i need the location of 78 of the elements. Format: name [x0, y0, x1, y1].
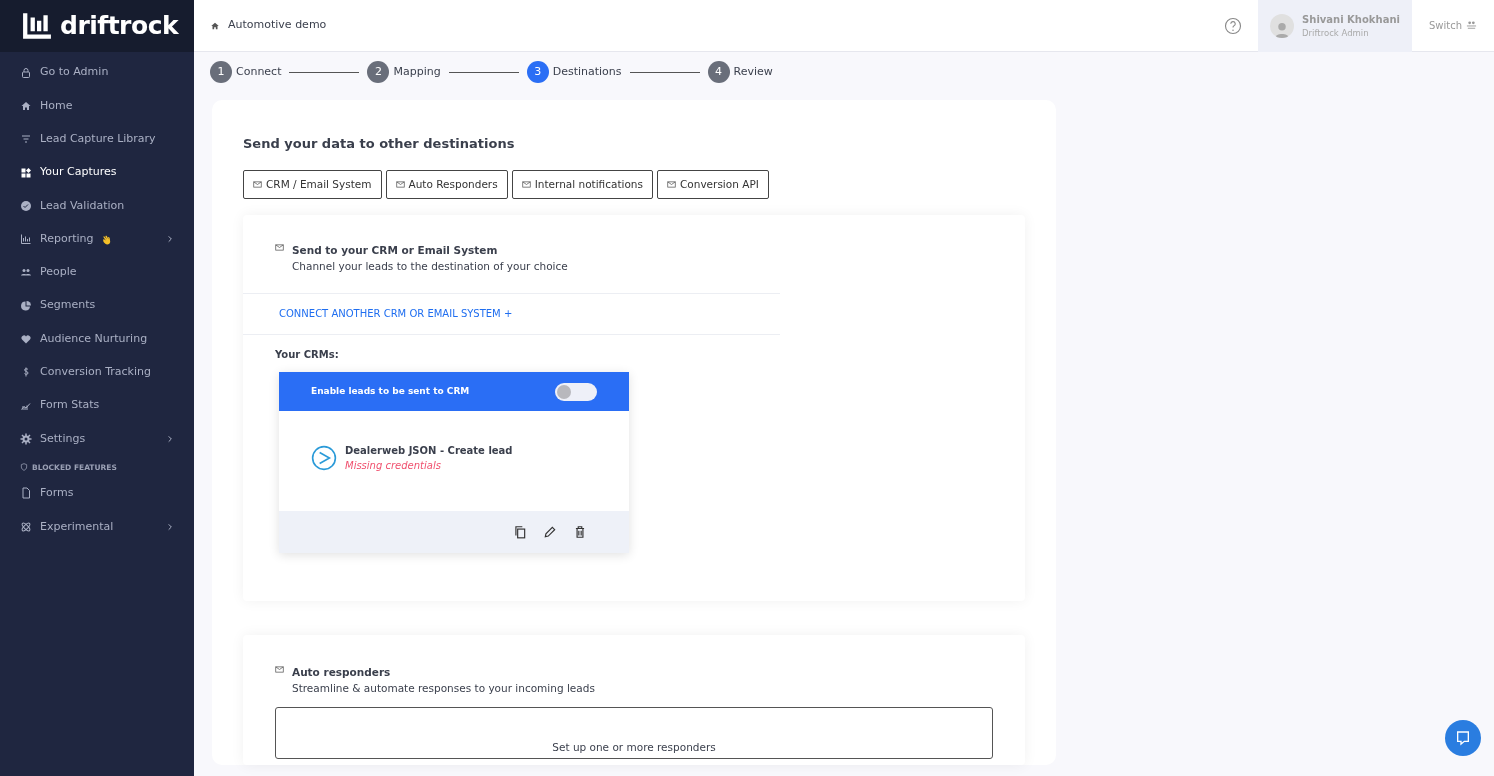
envelope-icon	[667, 179, 676, 189]
connect-crm-link[interactable]: CONNECT ANOTHER CRM OR EMAIL SYSTEM +	[279, 307, 513, 319]
stepper-step[interactable]: 2 Mapping	[367, 61, 441, 83]
section-subtitle: Streamline & automate responses to your incoming leads	[292, 681, 595, 696]
sidebar-item[interactable]: Go to Admin	[0, 56, 194, 90]
envelope-icon	[521, 179, 531, 189]
chevron-circle-icon	[311, 445, 337, 472]
step-label: Connect	[236, 63, 282, 80]
help-icon[interactable]	[1224, 16, 1243, 35]
chevron-right-icon	[166, 235, 174, 244]
section-heading: Auto responders	[292, 665, 392, 681]
sidebar-item[interactable]: People	[0, 255, 194, 290]
step-number: 1	[210, 61, 232, 83]
breadcrumb-text[interactable]: Automotive demo	[228, 17, 327, 34]
empty-message: Set up one or more responders	[552, 740, 716, 755]
envelope-icon	[275, 243, 284, 253]
people-icon	[20, 266, 32, 279]
brand-name: driftrock	[60, 10, 179, 43]
tab-button[interactable]: Internal notifications	[511, 169, 653, 200]
chevron-right-icon	[166, 434, 174, 443]
sidebar-item[interactable]: Conversion Tracking	[0, 355, 194, 389]
tab-button[interactable]: CRM / Email System	[243, 169, 382, 200]
home-icon	[210, 20, 220, 31]
chat-bubble-icon	[1455, 730, 1471, 746]
sidebar-item[interactable]: Reporting	[0, 222, 194, 256]
document-icon	[20, 487, 32, 500]
sidebar-item[interactable]: Segments	[0, 289, 194, 323]
stepper-step[interactable]: 1 Connect	[210, 61, 282, 83]
crm-name: Dealerweb JSON - Create lead	[345, 444, 513, 459]
filter-icon	[20, 133, 32, 146]
toggle-switch[interactable]	[555, 382, 597, 401]
toggle-label: Enable leads to be sent to CRM	[311, 385, 470, 398]
heart-icon	[20, 333, 32, 345]
chat-button[interactable]	[1445, 720, 1481, 756]
gear-icon	[20, 432, 32, 445]
people-swap-icon	[1466, 20, 1477, 31]
sidebar-item[interactable]: Your Captures	[0, 155, 194, 190]
sidebar-item[interactable]: Lead Capture Library	[0, 122, 194, 156]
user-role: Driftrock Admin	[1302, 26, 1370, 40]
user-name: Shivani Khokhani	[1302, 12, 1400, 27]
tab-button[interactable]: Auto Responders	[385, 169, 508, 200]
lock-icon	[20, 66, 32, 79]
section-subtitle: Channel your leads to the destination of your choice	[292, 259, 568, 274]
bar-chart-icon	[20, 233, 32, 246]
grid-icon	[20, 166, 32, 179]
step-number: 2	[367, 61, 390, 83]
home-icon	[20, 99, 32, 112]
sidebar-item[interactable]: Forms	[0, 476, 194, 511]
logo-icon	[22, 11, 52, 41]
atom-icon	[20, 520, 32, 533]
section-title: Send your data to other destinations	[243, 135, 516, 153]
envelope-icon	[395, 179, 405, 189]
sidebar-item[interactable]: Home	[0, 89, 194, 123]
stepper-step[interactable]: 4 Review	[707, 61, 773, 83]
shield-icon	[20, 463, 28, 472]
section-heading: Send to your CRM or Email System	[292, 243, 499, 259]
list-label: Your CRMs:	[274, 348, 340, 363]
step-number: 4	[707, 61, 730, 83]
pencil-icon[interactable]	[543, 525, 557, 540]
crm-status: Missing credentials	[345, 459, 442, 474]
sidebar-item[interactable]: Lead Validation	[0, 189, 194, 223]
chevron-right-icon	[166, 522, 174, 531]
envelope-icon	[275, 665, 284, 675]
badge-check-icon	[20, 199, 32, 212]
tab-button[interactable]: Conversion API	[657, 169, 769, 200]
sidebar-item[interactable]: Experimental	[0, 510, 194, 544]
step-number: 3	[526, 61, 549, 83]
sidebar-item[interactable]: Form Stats	[0, 388, 194, 423]
pie-chart-icon	[20, 299, 32, 312]
stepper-step[interactable]: 3 Destinations	[526, 61, 622, 83]
step-label: Mapping	[393, 63, 441, 80]
step-label: Destinations	[552, 63, 622, 80]
copy-icon[interactable]	[513, 525, 527, 540]
step-label: Review	[733, 63, 773, 80]
sidebar-item[interactable]: Audience Nurturing	[0, 322, 194, 356]
trash-icon[interactable]	[573, 525, 587, 540]
envelope-icon	[253, 179, 262, 189]
sidebar-item[interactable]: Settings	[0, 422, 194, 456]
